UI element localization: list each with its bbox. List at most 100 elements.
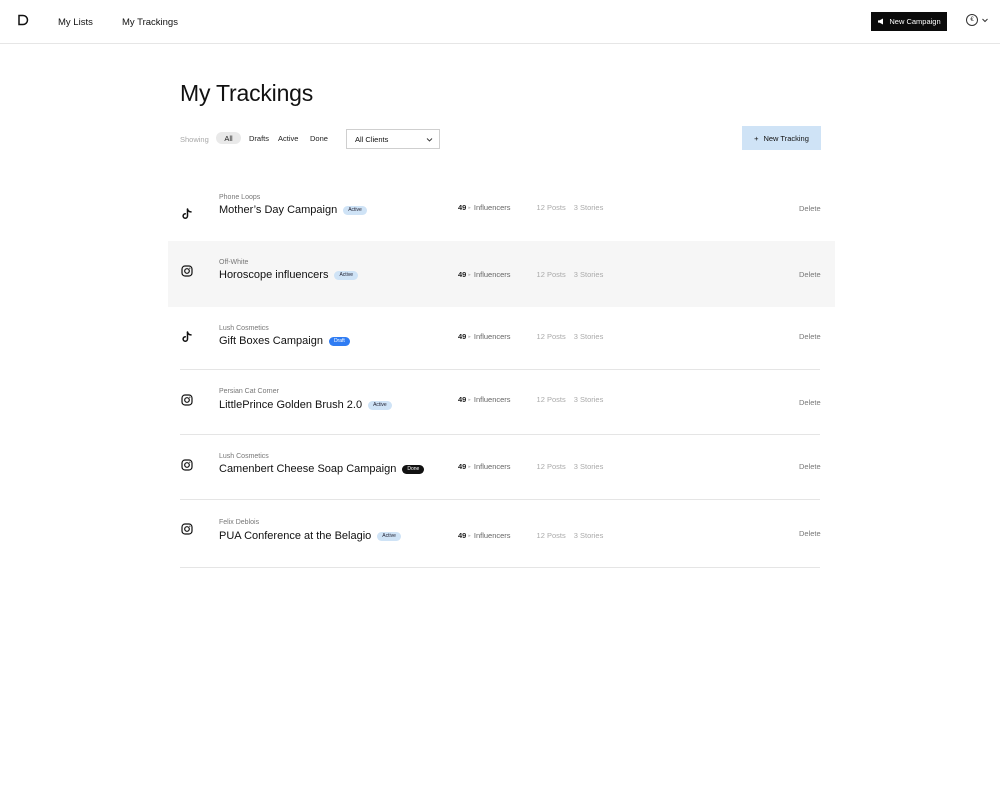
row-stats: 49 ▸ Influencers 12 Posts 3 Stories	[458, 462, 603, 471]
posts-count: 12 Posts	[536, 270, 566, 279]
account-menu[interactable]: €	[966, 14, 989, 26]
tracking-row[interactable]: Lush Cosmetics Gift Boxes Campaign Draft 49…	[168, 307, 835, 370]
row-client: Lush Cosmetics	[219, 325, 269, 332]
influencer-count: 49	[458, 395, 467, 404]
status-badge: Draft	[328, 336, 350, 346]
caret-right-icon: ▸	[468, 532, 471, 539]
filter-tab-active[interactable]: Active	[278, 132, 298, 144]
row-name-line: PUA Conference at the Belagio Active	[219, 530, 401, 542]
client-select-value: All Clients	[355, 134, 389, 144]
tiktok-icon	[182, 331, 192, 342]
tracking-row[interactable]: Phone Loops Mother’s Day Campaign Active 49…	[168, 175, 835, 241]
row-stats: 49 ▸ Influencers 12 Posts 3 Stories	[458, 531, 603, 540]
row-client: Phone Loops	[219, 194, 261, 201]
row-name-line: Horoscope influencers Active	[219, 269, 359, 281]
influencers-label: Influencers	[473, 270, 511, 279]
delete-button[interactable]: Delete	[799, 270, 821, 279]
nav-my-trackings[interactable]: My Trackings	[122, 17, 178, 28]
delete-button[interactable]: Delete	[799, 332, 821, 341]
influencers-label: Influencers	[473, 332, 511, 341]
row-stats: 49 ▸ Influencers 12 Posts 3 Stories	[458, 270, 603, 279]
new-campaign-button[interactable]: New Campaign	[871, 12, 947, 31]
filter-tab-done[interactable]: Done	[310, 132, 328, 144]
row-stats: 49 ▸ Influencers 12 Posts 3 Stories	[458, 395, 603, 404]
row-campaign-name[interactable]: Mother’s Day Campaign	[219, 204, 337, 216]
chevron-down-icon	[426, 138, 433, 142]
caret-right-icon: ▸	[468, 396, 471, 403]
row-client: Lush Cosmetics	[219, 453, 269, 460]
new-tracking-label: New Tracking	[763, 133, 809, 143]
plus-icon: +	[754, 133, 759, 143]
page-title: My Trackings	[180, 80, 314, 106]
influencer-count: 49	[458, 203, 467, 212]
stories-count: 3 Stories	[573, 332, 604, 341]
showing-label: Showing	[180, 135, 209, 144]
stories-count: 3 Stories	[573, 531, 604, 540]
row-campaign-name[interactable]: Horoscope influencers	[219, 269, 328, 281]
delete-button[interactable]: Delete	[799, 462, 821, 471]
top-navigation-bar: My Lists My Trackings New Campaign €	[0, 0, 1000, 44]
currency-avatar-icon: €	[966, 14, 978, 26]
row-client: Felix Deblois	[219, 519, 260, 526]
influencers-label: Influencers	[473, 395, 511, 404]
tracking-row[interactable]: Persian Cat Corner LittlePrince Golden Br…	[168, 370, 835, 435]
instagram-icon	[181, 523, 193, 535]
influencer-count: 49	[458, 462, 467, 471]
nav-my-lists[interactable]: My Lists	[58, 17, 93, 28]
instagram-icon	[181, 459, 193, 471]
instagram-icon	[181, 394, 193, 406]
posts-count: 12 Posts	[536, 203, 566, 212]
caret-right-icon: ▸	[468, 333, 471, 340]
influencer-count: 49	[458, 270, 467, 279]
row-stats: 49 ▸ Influencers 12 Posts 3 Stories	[458, 332, 603, 341]
row-client: Persian Cat Corner	[219, 388, 279, 395]
influencer-count: 49	[458, 531, 467, 540]
stories-count: 3 Stories	[573, 395, 604, 404]
brand-logo-icon[interactable]	[17, 14, 29, 26]
row-name-line: Mother’s Day Campaign Active	[219, 204, 367, 216]
caret-right-icon: ▸	[468, 204, 471, 211]
row-stats: 49 ▸ Influencers 12 Posts 3 Stories	[458, 203, 603, 212]
row-client: Off-White	[219, 259, 249, 266]
stories-count: 3 Stories	[573, 270, 604, 279]
tiktok-icon	[182, 208, 192, 219]
caret-right-icon: ▸	[468, 463, 471, 470]
row-campaign-name[interactable]: PUA Conference at the Belagio	[219, 530, 371, 542]
posts-count: 12 Posts	[536, 531, 566, 540]
posts-count: 12 Posts	[536, 462, 566, 471]
posts-count: 12 Posts	[536, 395, 566, 404]
row-campaign-name[interactable]: LittlePrince Golden Brush 2.0	[219, 399, 362, 411]
tracking-row[interactable]: Felix Deblois PUA Conference at the Belag…	[168, 500, 835, 568]
status-badge: Done	[402, 464, 425, 474]
delete-button[interactable]: Delete	[799, 398, 821, 407]
row-name-line: LittlePrince Golden Brush 2.0 Active	[219, 399, 392, 411]
new-tracking-button[interactable]: + New Tracking	[742, 126, 821, 150]
status-badge: Active	[343, 205, 367, 215]
stories-count: 3 Stories	[573, 462, 604, 471]
row-name-line: Gift Boxes Campaign Draft	[219, 335, 350, 347]
client-select[interactable]: All Clients	[346, 129, 440, 149]
row-campaign-name[interactable]: Gift Boxes Campaign	[219, 335, 323, 347]
status-badge: Active	[334, 270, 359, 280]
delete-button[interactable]: Delete	[799, 529, 821, 538]
tracking-row[interactable]: Lush Cosmetics Camenbert Cheese Soap Camp…	[168, 435, 835, 500]
status-badge: Active	[368, 400, 392, 410]
tracking-row[interactable]: Off-White Horoscope influencers Active 49 ▸ I…	[168, 241, 835, 307]
caret-right-icon: ▸	[468, 271, 471, 278]
influencers-label: Influencers	[473, 203, 511, 212]
filter-tab-drafts[interactable]: Drafts	[249, 132, 269, 144]
filter-tab-all[interactable]: All	[216, 132, 241, 144]
influencers-label: Influencers	[473, 531, 511, 540]
row-campaign-name[interactable]: Camenbert Cheese Soap Campaign	[219, 463, 396, 475]
instagram-icon	[181, 265, 193, 277]
new-campaign-label: New Campaign	[889, 17, 941, 26]
stories-count: 3 Stories	[573, 203, 604, 212]
megaphone-icon	[878, 18, 884, 25]
influencers-label: Influencers	[473, 462, 511, 471]
row-name-line: Camenbert Cheese Soap Campaign Done	[219, 463, 425, 475]
delete-button[interactable]: Delete	[799, 204, 821, 213]
influencer-count: 49	[458, 332, 467, 341]
chevron-down-icon	[982, 18, 988, 23]
status-badge: Active	[377, 531, 401, 541]
posts-count: 12 Posts	[536, 332, 566, 341]
